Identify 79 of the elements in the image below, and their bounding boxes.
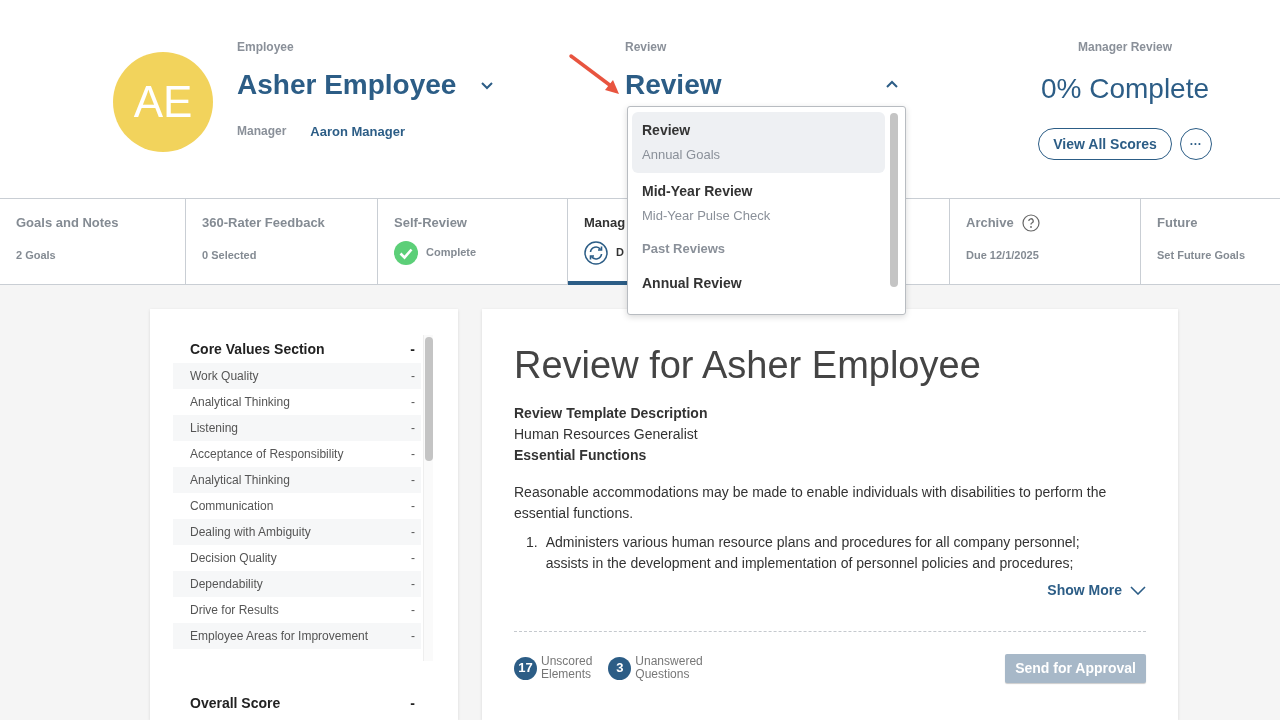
progress-text: 0% Complete [1040, 72, 1210, 106]
field-label: Manager [237, 123, 287, 140]
tab[interactable]: 360-Rater Feedback 0 Selected [186, 199, 378, 284]
count-label: Elements [541, 668, 593, 682]
tab-status: 0 Selected [202, 247, 257, 263]
tab-title: Future [1157, 214, 1198, 232]
score-value: - [411, 576, 415, 593]
score-item[interactable]: Drive for Results [190, 601, 279, 619]
score-value: - [411, 472, 415, 489]
refresh-icon [584, 240, 608, 265]
score-item[interactable]: Analytical Thinking [190, 393, 290, 411]
score-item[interactable]: Communication [190, 497, 274, 515]
tab[interactable]: Goals and Notes 2 Goals [0, 199, 186, 284]
more-button[interactable]: ··· [1179, 128, 1212, 160]
chevron-down-icon[interactable] [480, 80, 495, 90]
template-name: Human Resources Generalist [514, 424, 699, 444]
paragraph: Reasonable accommodations may be made to enable individuals with disabilities to perform the essential functions. [514, 482, 1108, 523]
section-heading: Essential Functions [514, 445, 648, 465]
count-badge: 3 [608, 656, 632, 680]
tab-status: D [616, 245, 624, 261]
score-item[interactable]: Decision Quality [190, 549, 277, 567]
check-icon [394, 240, 418, 265]
score-item[interactable]: Analytical Thinking [190, 471, 290, 489]
overall-score: - [410, 693, 415, 713]
tab-title: Archive [966, 214, 1014, 232]
score-item[interactable]: Listening [190, 419, 239, 437]
list-number: 1. [526, 532, 538, 552]
tab-title: Goals and Notes [16, 214, 119, 232]
score-item[interactable]: Employee Areas for Improvement [190, 627, 369, 645]
field-label: Review [625, 39, 668, 56]
score-value: - [411, 602, 415, 619]
score-value: - [411, 550, 415, 567]
score-value: - [411, 394, 415, 411]
score-value: - [411, 498, 415, 515]
score-value: - [411, 628, 415, 645]
overall-label: Overall Score [190, 693, 281, 713]
score-value: - [411, 446, 415, 463]
tab[interactable]: Self-Review Complete [378, 199, 568, 284]
score-item[interactable]: Acceptance of Responsibility [190, 445, 344, 463]
count-label: Unanswered [635, 655, 703, 669]
list-text: Administers various human resource plans and procedures for all company personnel; assists in the development and implementation of personnel policies and procedures; [545, 532, 1081, 573]
dropdown-option[interactable]: Review Annual Goals [632, 112, 885, 173]
score-item[interactable]: Dealing with Ambiguity [190, 523, 311, 541]
manager-link[interactable]: Aaron Manager [310, 122, 405, 142]
scrollbar-thumb[interactable] [890, 113, 898, 287]
count-badge: 17 [514, 656, 537, 680]
dropdown-option[interactable]: Annual Review [632, 264, 885, 302]
dropdown-option[interactable]: Mid-Year Review Mid-Year Pulse Check [632, 172, 885, 233]
tab-status: Complete [426, 245, 477, 261]
employee-name: Asher Employee [237, 68, 457, 102]
section-score: - [410, 339, 415, 359]
help-icon[interactable] [1021, 213, 1040, 232]
tab-title: 360-Rater Feedback [202, 214, 325, 232]
section-heading: Review Template Description [514, 403, 709, 423]
tab[interactable]: Future Set Future Goals [1141, 199, 1280, 284]
score-value: - [411, 368, 415, 385]
tab-title: Manag [584, 214, 626, 232]
chevron-down-icon [1130, 585, 1146, 596]
score-item[interactable]: Work Quality [190, 367, 259, 385]
score-value: - [411, 524, 415, 541]
tab-status: 2 Goals [16, 247, 56, 263]
review-title: Review [625, 68, 722, 102]
score-item[interactable]: Dependability [190, 575, 263, 593]
section-title: Core Values Section [190, 339, 325, 359]
tab-title: Self-Review [394, 214, 467, 232]
tab-status: Due 12/1/2025 [966, 247, 1039, 263]
scrollbar-thumb[interactable] [425, 337, 433, 461]
view-scores-button[interactable]: View All Scores [1038, 128, 1172, 160]
count-label: Questions [635, 668, 691, 682]
score-value: - [411, 420, 415, 437]
field-label: Employee [237, 39, 295, 56]
review-heading: Review for Asher Employee [514, 343, 982, 388]
show-more-link[interactable]: Show More [1047, 579, 1146, 601]
dropdown-header: Past Reviews [641, 240, 727, 258]
avatar: AE [113, 52, 213, 152]
field-label: Manager Review [1077, 39, 1172, 56]
tab-status: Set Future Goals [1157, 247, 1246, 263]
chevron-up-icon[interactable] [885, 80, 899, 90]
count-label: Unscored [541, 655, 593, 669]
